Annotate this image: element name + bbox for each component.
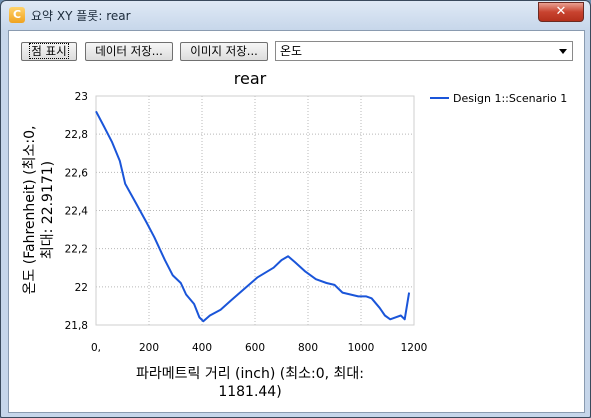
chevron-down-icon xyxy=(559,49,567,54)
app-logo-icon: C xyxy=(9,7,25,23)
title-bar[interactable]: C 요약 XY 플롯: rear ✕ xyxy=(1,1,590,29)
save-image-button[interactable]: 이미지 저장... xyxy=(180,42,268,61)
client-area: 점 표시 데이터 저장... 이미지 저장... 온도 xyxy=(8,30,585,413)
close-button[interactable]: ✕ xyxy=(538,2,584,22)
window-title: 요약 XY 플롯: rear xyxy=(31,9,131,23)
variable-select[interactable]: 온도 xyxy=(275,41,573,61)
save-data-button[interactable]: 데이터 저장... xyxy=(85,42,173,61)
show-points-label: 점 표시 xyxy=(29,43,69,59)
xy-plot-window: C 요약 XY 플롯: rear ✕ 점 표시 데이터 저장... 이미지 저장… xyxy=(0,0,591,418)
show-points-button[interactable]: 점 표시 xyxy=(21,42,77,61)
variable-select-value: 온도 xyxy=(280,44,303,58)
